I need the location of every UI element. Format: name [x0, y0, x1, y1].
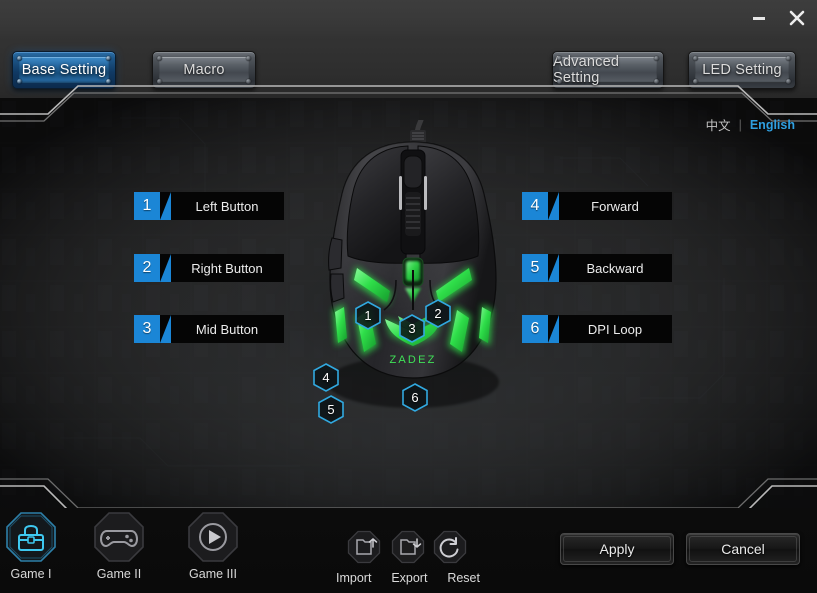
mouse-callout-3[interactable]: 3 — [399, 314, 425, 343]
cancel-button[interactable]: Cancel — [686, 533, 800, 565]
profile-icon-frame — [187, 511, 239, 563]
tab-label: Macro — [183, 62, 225, 78]
screw-icon — [17, 56, 22, 61]
import-button[interactable] — [344, 530, 384, 564]
button-assignment-label: Left Button — [160, 192, 284, 220]
profile-icon-frame — [5, 511, 57, 563]
screw-icon — [693, 79, 698, 84]
tool-icon-frame — [391, 530, 425, 564]
apply-button[interactable]: Apply — [560, 533, 674, 565]
window-controls — [745, 0, 811, 36]
callout-number: 2 — [434, 306, 442, 321]
button-assignment-label: Right Button — [160, 254, 284, 282]
language-switcher: 中文 | English — [706, 115, 795, 134]
language-option-english[interactable]: English — [750, 118, 795, 132]
profile-icon-frame — [93, 511, 145, 563]
button-number-badge: 5 — [522, 254, 559, 282]
screw-icon — [246, 56, 251, 61]
profile-label: Game II — [96, 567, 142, 581]
tool-icon-frame — [433, 530, 467, 564]
mouse-callout-2[interactable]: 2 — [425, 299, 451, 328]
callout-number: 6 — [411, 390, 419, 405]
button-number-badge: 6 — [522, 315, 559, 343]
button-assignment-row-6[interactable]: 6 DPI Loop — [522, 315, 672, 343]
profile-game-1[interactable]: Game I — [0, 511, 62, 581]
application-window: Base Setting Macro Advanced Setting LED … — [0, 0, 817, 593]
mouse-callout-5[interactable]: 5 — [318, 395, 344, 424]
button-assignment-label: Backward — [548, 254, 672, 282]
callout-number: 5 — [327, 402, 335, 417]
screw-icon — [654, 56, 659, 61]
cancel-label: Cancel — [721, 541, 765, 557]
button-number-badge: 1 — [134, 192, 171, 220]
close-icon — [789, 10, 805, 26]
reset-button[interactable] — [430, 530, 470, 564]
profile-game-3[interactable]: Game III — [182, 511, 244, 581]
mouse-callout-1[interactable]: 1 — [355, 301, 381, 330]
screw-icon — [157, 56, 162, 61]
export-file-icon — [391, 530, 425, 564]
screw-icon — [557, 56, 562, 61]
callout-number: 1 — [364, 308, 372, 323]
brand-logo-text: ZADEZ — [389, 354, 436, 366]
mouse-callout-4[interactable]: 4 — [313, 363, 339, 392]
language-option-chinese[interactable]: 中文 — [706, 115, 731, 134]
profile-label: Game III — [189, 567, 237, 581]
button-assignment-label: Mid Button — [160, 315, 284, 343]
play-circle-icon — [188, 512, 238, 562]
screw-icon — [246, 79, 251, 84]
screw-icon — [106, 79, 111, 84]
minimize-icon — [753, 17, 765, 20]
main-content-panel: ZADEZ 1 2 3 4 5 6 — [0, 98, 817, 508]
callout-number: 4 — [322, 370, 330, 385]
tab-label: Advanced Setting — [553, 54, 620, 86]
import-label: Import — [336, 571, 372, 585]
profile-game-2[interactable]: Game II — [88, 511, 150, 581]
screw-icon — [106, 56, 111, 61]
tab-advanced-setting[interactable]: Advanced Setting — [552, 51, 664, 89]
language-separator: | — [738, 117, 742, 132]
callout-number: 3 — [408, 321, 416, 336]
apply-label: Apply — [599, 541, 635, 557]
screw-icon — [693, 56, 698, 61]
button-assignment-row-4[interactable]: 4 Forward — [522, 192, 672, 220]
tab-led-setting[interactable]: LED Setting — [688, 51, 796, 89]
minimize-button[interactable] — [745, 5, 773, 31]
tab-base-setting[interactable]: Base Setting — [12, 51, 116, 89]
screw-icon — [557, 79, 562, 84]
button-assignment-row-5[interactable]: 5 Backward — [522, 254, 672, 282]
button-assignment-label: Forward — [548, 192, 672, 220]
button-assignment-row-1[interactable]: 1 Left Button — [134, 192, 284, 220]
screw-icon — [786, 79, 791, 84]
tab-label: LED Setting — [702, 62, 782, 78]
refresh-icon — [433, 530, 467, 564]
profile-label: Game I — [10, 567, 52, 581]
button-number-badge: 3 — [134, 315, 171, 343]
gamepad-icon — [94, 512, 144, 562]
title-bar — [0, 0, 817, 36]
tab-macro[interactable]: Macro — [152, 51, 256, 89]
tool-icon-frame — [347, 530, 381, 564]
close-button[interactable] — [783, 5, 811, 31]
button-assignment-row-3[interactable]: 3 Mid Button — [134, 315, 284, 343]
screw-icon — [17, 79, 22, 84]
export-label: Export — [391, 571, 428, 585]
tab-label: Base Setting — [21, 62, 107, 78]
button-number-badge: 2 — [134, 254, 171, 282]
screw-icon — [654, 79, 659, 84]
import-file-icon — [347, 530, 381, 564]
tool-labels: Import Export Reset — [336, 571, 480, 585]
screw-icon — [157, 79, 162, 84]
button-assignment-row-2[interactable]: 2 Right Button — [134, 254, 284, 282]
button-number-badge: 4 — [522, 192, 559, 220]
button-assignment-label: DPI Loop — [548, 315, 672, 343]
mouse-callout-6[interactable]: 6 — [402, 383, 428, 412]
screw-icon — [786, 56, 791, 61]
export-button[interactable] — [388, 530, 428, 564]
toolbox-icon — [6, 512, 56, 562]
reset-label: Reset — [447, 571, 480, 585]
